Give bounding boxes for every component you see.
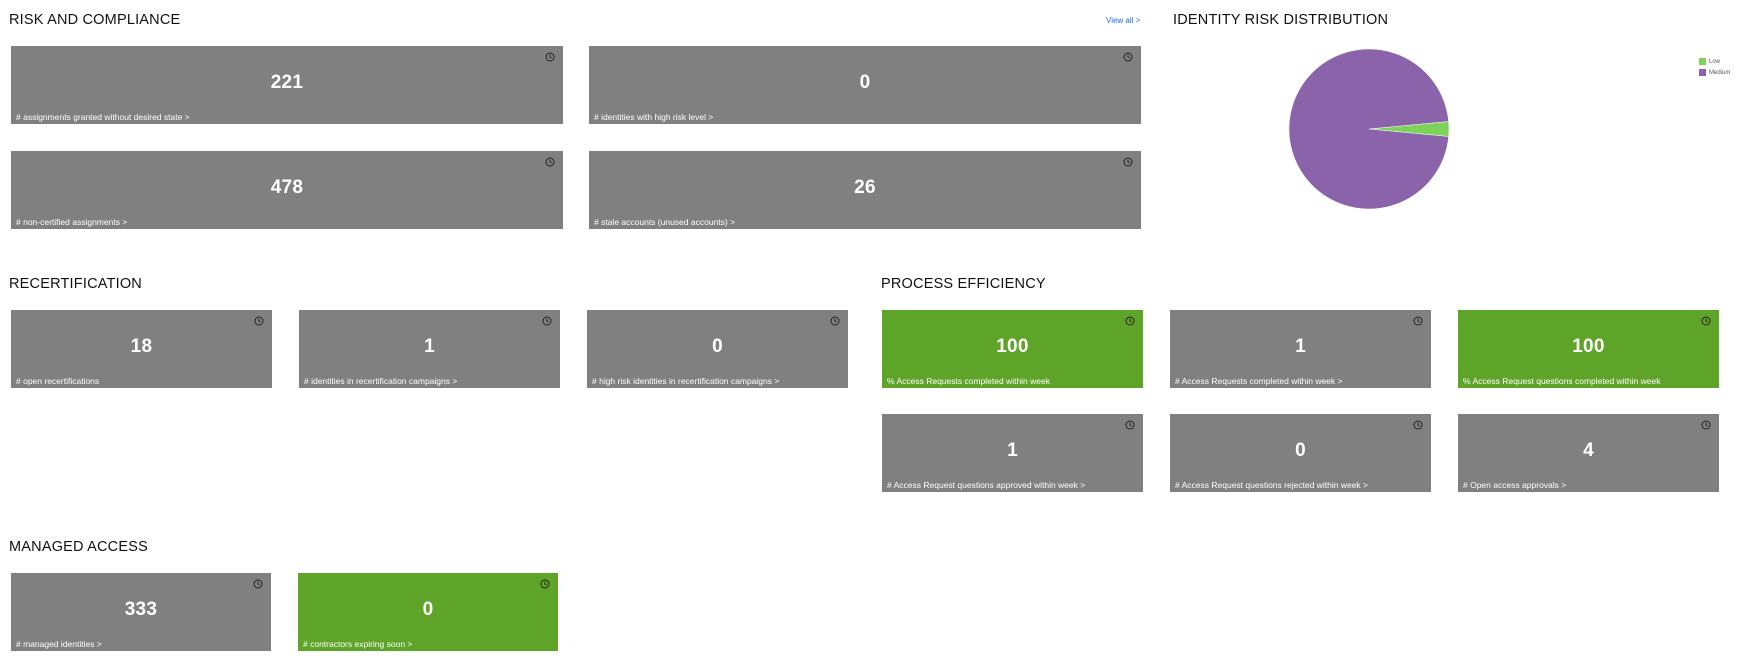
tile-identities-in-recert-campaigns[interactable]: 1 # identities in recertification campai…: [299, 310, 560, 388]
identity-risk-pie-chart: [1288, 48, 1450, 210]
tile-value: 478: [270, 177, 304, 198]
tile-stale-accounts[interactable]: 26 # stale accounts (unused accounts) >: [589, 151, 1141, 229]
tile-label: # Open access approvals >: [1463, 480, 1567, 490]
clock-icon[interactable]: [1413, 316, 1423, 326]
tile-open-access-approvals[interactable]: 4 # Open access approvals >: [1458, 414, 1719, 492]
tile-value: 100: [1572, 336, 1605, 357]
tile-label: % Access Request questions completed wit…: [1463, 376, 1661, 386]
clock-icon[interactable]: [1413, 420, 1423, 430]
tile-value: 4: [1583, 440, 1594, 461]
tile-label: # stale accounts (unused accounts) >: [594, 217, 736, 227]
clock-icon[interactable]: [254, 316, 264, 326]
tile-label: # non-certified assignments >: [16, 217, 128, 227]
tile-value: 26: [854, 177, 876, 198]
legend-item-low[interactable]: Low: [1699, 56, 1730, 67]
tile-value: 100: [996, 336, 1029, 357]
tile-label: # identities in recertification campaign…: [304, 376, 458, 386]
legend-label-low: Low: [1709, 58, 1721, 65]
tile-value: 18: [130, 336, 153, 357]
tile-label: % Access Requests completed within week: [887, 376, 1050, 386]
tile-assignments-without-desired-state[interactable]: 221 # assignments granted without desire…: [11, 46, 563, 124]
tile-contractors-expiring-soon[interactable]: 0 # contractors expiring soon >: [298, 573, 558, 651]
section-title-risk: RISK AND COMPLIANCE: [9, 12, 181, 28]
clock-icon[interactable]: [545, 157, 555, 167]
section-title-process-efficiency: PROCESS EFFICIENCY: [881, 276, 1046, 292]
tile-access-request-questions-rejected[interactable]: 0 # Access Request questions rejected wi…: [1170, 414, 1431, 492]
section-title-recertification: RECERTIFICATION: [9, 276, 142, 292]
legend-item-medium[interactable]: Medium: [1699, 67, 1730, 78]
tile-value: 333: [124, 599, 158, 620]
tile-value: 0: [1295, 440, 1306, 461]
tile-label: # Access Request questions approved with…: [887, 480, 1086, 490]
clock-icon[interactable]: [542, 316, 552, 326]
tile-identities-high-risk[interactable]: 0 # identities with high risk level >: [589, 46, 1141, 124]
clock-icon[interactable]: [1123, 157, 1133, 167]
clock-icon[interactable]: [1701, 316, 1711, 326]
clock-icon[interactable]: [1123, 52, 1133, 62]
tile-label: # Access Requests completed within week …: [1175, 376, 1343, 386]
tile-label: # assignments granted without desired st…: [16, 112, 190, 122]
tile-value: 0: [859, 72, 871, 93]
clock-icon[interactable]: [540, 579, 550, 589]
tile-label: # open recertifications: [16, 376, 100, 386]
tile-managed-identities[interactable]: 333 # managed identities >: [11, 573, 271, 651]
tile-access-requests-completed[interactable]: 1 # Access Requests completed within wee…: [1170, 310, 1431, 388]
tile-label: # identities with high risk level >: [594, 112, 714, 122]
clock-icon[interactable]: [830, 316, 840, 326]
clock-icon[interactable]: [545, 52, 555, 62]
tile-label: # managed identities >: [16, 639, 102, 649]
tile-non-certified-assignments[interactable]: 478 # non-certified assignments >: [11, 151, 563, 229]
view-all-link[interactable]: View all >: [1106, 16, 1140, 25]
tile-value: 1: [1295, 336, 1306, 357]
section-title-identity-risk: IDENTITY RISK DISTRIBUTION: [1173, 12, 1389, 28]
legend-label-medium: Medium: [1709, 69, 1731, 76]
tile-label: # Access Request questions rejected with…: [1175, 480, 1369, 490]
legend-swatch-medium: [1699, 69, 1706, 76]
clock-icon[interactable]: [253, 579, 263, 589]
clock-icon[interactable]: [1701, 420, 1711, 430]
tile-open-recertifications[interactable]: 18 # open recertifications: [11, 310, 272, 388]
tile-pct-access-requests-completed[interactable]: 100 % Access Requests completed within w…: [882, 310, 1143, 388]
legend-swatch-low: [1699, 58, 1706, 65]
clock-icon[interactable]: [1125, 316, 1135, 326]
section-title-managed-access: MANAGED ACCESS: [9, 539, 148, 555]
tile-value: 1: [1007, 440, 1018, 461]
tile-value: 221: [270, 72, 304, 93]
tile-value: 1: [424, 336, 435, 357]
pie-legend: Low Medium: [1699, 56, 1730, 78]
tile-pct-access-request-questions-completed[interactable]: 100 % Access Request questions completed…: [1458, 310, 1719, 388]
tile-value: 0: [422, 599, 434, 620]
clock-icon[interactable]: [1125, 420, 1135, 430]
tile-label: # high risk identities in recertificatio…: [592, 376, 780, 386]
tile-label: # contractors expiring soon >: [303, 639, 413, 649]
tile-high-risk-in-recert-campaigns[interactable]: 0 # high risk identities in recertificat…: [587, 310, 848, 388]
tile-value: 0: [712, 336, 723, 357]
tile-access-request-questions-approved[interactable]: 1 # Access Request questions approved wi…: [882, 414, 1143, 492]
